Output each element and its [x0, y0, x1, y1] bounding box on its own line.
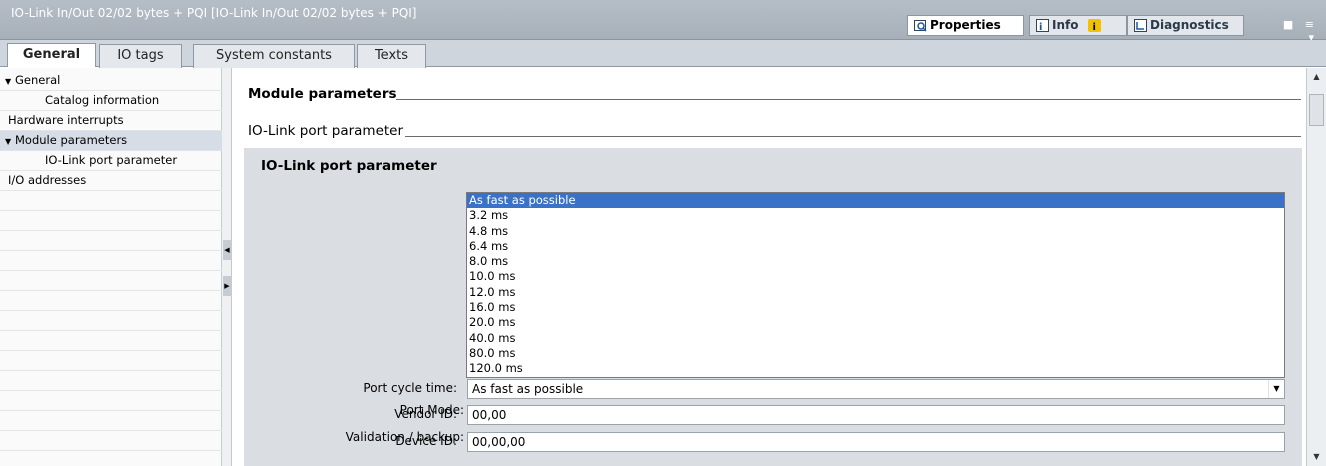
- nav-item-io-addresses[interactable]: I/O addresses: [0, 171, 222, 191]
- dropdown-option[interactable]: 4.8 ms: [467, 224, 1284, 239]
- subsection-title: IO-Link port parameter: [248, 123, 404, 139]
- section-title: Module parameters: [248, 86, 397, 102]
- dropdown-arrow-icon[interactable]: ▼: [1268, 380, 1284, 398]
- scrollbar-thumb[interactable]: [1309, 94, 1324, 126]
- tab-texts[interactable]: Texts: [357, 44, 426, 68]
- diagnostics-tab[interactable]: Diagnostics: [1127, 15, 1244, 36]
- info-badge-icon: i: [1087, 19, 1101, 38]
- nav-empty-row: [0, 291, 222, 311]
- info-tab[interactable]: i Info i: [1029, 15, 1127, 36]
- panel-title: IO-Link port parameter: [261, 158, 437, 174]
- tab-system-constants[interactable]: System constants: [193, 44, 355, 68]
- nav-item-general[interactable]: ▼ General: [0, 71, 222, 91]
- dropdown-option[interactable]: As fast as possible: [467, 193, 1284, 209]
- nav-item-catalog-information[interactable]: Catalog information: [0, 91, 222, 111]
- port-cycle-time-value: As fast as possible: [472, 382, 584, 396]
- nav-item-io-link-port-parameter[interactable]: IO-Link port parameter: [0, 151, 222, 171]
- collapse-left-icon[interactable]: ◀: [223, 240, 231, 260]
- nav-item-hardware-interrupts[interactable]: Hardware interrupts: [0, 111, 222, 131]
- device-id-field[interactable]: 00,00,00: [467, 432, 1285, 452]
- nav-empty-row: [0, 271, 222, 291]
- inspector-title-bar: IO-Link In/Out 02/02 bytes + PQI [IO-Lin…: [0, 0, 1326, 44]
- svg-text:i: i: [1092, 22, 1095, 32]
- diagnostics-tab-label: Diagnostics: [1150, 18, 1229, 32]
- section-divider: [396, 99, 1301, 100]
- nav-empty-row: [0, 311, 222, 331]
- nav-empty-row: [0, 211, 222, 231]
- properties-icon: [914, 19, 927, 38]
- tab-strip: General IO tags System constants Texts: [0, 40, 1326, 68]
- nav-empty-row: [0, 351, 222, 371]
- expand-right-icon[interactable]: ▶: [223, 276, 231, 296]
- dropdown-option[interactable]: 20.0 ms: [467, 315, 1284, 330]
- svg-text:i: i: [1039, 22, 1042, 32]
- window-controls[interactable]: ■ ≡ ▾: [1268, 18, 1318, 44]
- port-cycle-time-dropdown-list[interactable]: As fast as possible 3.2 ms 4.8 ms 6.4 ms…: [466, 192, 1285, 378]
- device-id-label: Device ID:: [395, 434, 457, 448]
- dropdown-option[interactable]: 80.0 ms: [467, 346, 1284, 361]
- info-icon: i: [1036, 19, 1049, 38]
- tab-io-tags[interactable]: IO tags: [99, 44, 182, 68]
- dropdown-option[interactable]: 120.0 ms: [467, 361, 1284, 376]
- vendor-id-field[interactable]: 00,00: [467, 405, 1285, 425]
- nav-empty-row: [0, 251, 222, 271]
- vertical-scrollbar[interactable]: ▲ ▼: [1306, 68, 1326, 466]
- dropdown-option[interactable]: 12.0 ms: [467, 285, 1284, 300]
- scroll-up-icon[interactable]: ▲: [1309, 70, 1324, 84]
- port-cycle-time-label: Port cycle time:: [363, 381, 457, 395]
- nav-item-module-parameters[interactable]: ▼ Module parameters: [0, 131, 222, 151]
- dropdown-option[interactable]: 10.0 ms: [467, 269, 1284, 284]
- dropdown-option[interactable]: 3.2 ms: [467, 208, 1284, 223]
- subsection-divider: [405, 136, 1301, 137]
- vendor-id-label: Vendor ID:: [394, 407, 457, 421]
- diagnostics-icon: [1134, 19, 1147, 38]
- properties-tab[interactable]: Properties: [907, 15, 1024, 36]
- dropdown-option[interactable]: 40.0 ms: [467, 331, 1284, 346]
- dropdown-option[interactable]: 16.0 ms: [467, 300, 1284, 315]
- nav-empty-row: [0, 231, 222, 251]
- nav-empty-row: [0, 331, 222, 351]
- dropdown-option[interactable]: 8.0 ms: [467, 254, 1284, 269]
- tab-general[interactable]: General: [7, 43, 96, 67]
- port-cycle-time-select[interactable]: As fast as possible ▼: [467, 379, 1285, 399]
- info-tab-label: Info: [1052, 18, 1079, 32]
- expand-arrow-icon[interactable]: ▼: [5, 132, 15, 151]
- properties-tab-label: Properties: [930, 18, 1001, 32]
- scroll-down-icon[interactable]: ▼: [1309, 450, 1324, 464]
- window-title: IO-Link In/Out 02/02 bytes + PQI [IO-Lin…: [11, 6, 417, 20]
- nav-empty-row: [0, 191, 222, 211]
- expand-arrow-icon[interactable]: ▼: [5, 72, 15, 91]
- dropdown-option[interactable]: 6.4 ms: [467, 239, 1284, 254]
